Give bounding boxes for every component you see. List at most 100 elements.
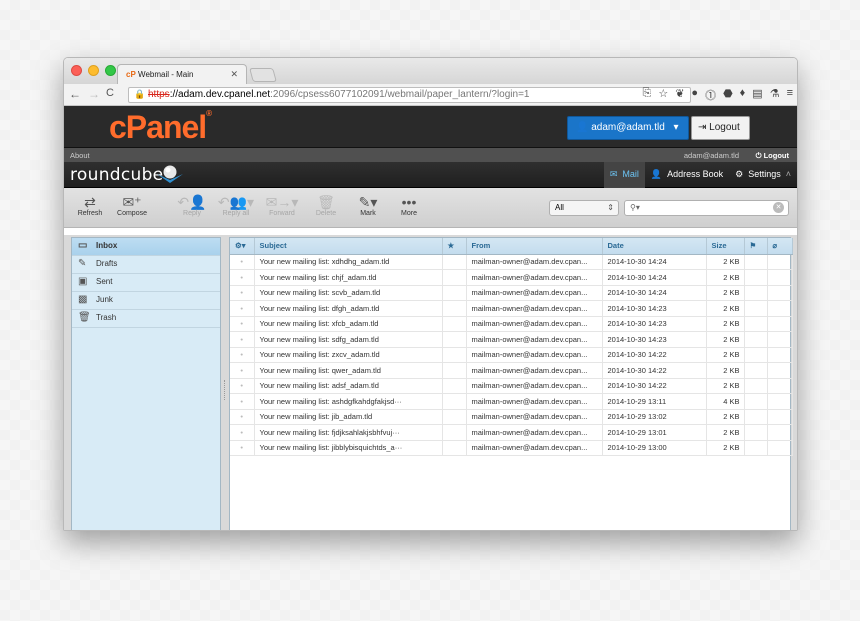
- address-bar[interactable]: 🔒 https://adam.dev.cpanel.net:2096/cpses…: [128, 87, 691, 103]
- adblock-icon[interactable]: ⬣: [723, 87, 733, 103]
- close-tab-icon[interactable]: ✕: [230, 69, 238, 80]
- mark-button[interactable]: ✎▾ Mark: [348, 194, 388, 217]
- forward-button[interactable]: ✉→▾ Forward: [262, 194, 302, 217]
- message-attachment: [767, 316, 793, 332]
- inbox-icon: ▭: [78, 240, 88, 251]
- extension-icon[interactable]: ●: [691, 87, 698, 103]
- extension-icon[interactable]: ⓵: [705, 87, 716, 103]
- table-row[interactable]: • Your new mailing list: ashdgfkahdgfakjs…: [230, 393, 793, 410]
- new-tab-button[interactable]: [249, 68, 277, 82]
- table-row[interactable]: • Your new mailing list: fjdjksahlakjsbhf…: [230, 424, 793, 441]
- roundcube-logo-icon: [157, 165, 183, 183]
- cpanel-logo-text: cPanel: [109, 109, 207, 145]
- folder-label: Drafts: [96, 259, 118, 268]
- folder-inbox[interactable]: ▭ Inbox: [72, 238, 220, 256]
- message-flag-status: [744, 362, 768, 379]
- extension-icon[interactable]: ♦: [740, 87, 746, 103]
- reply-label: Reply: [183, 210, 201, 217]
- close-window-button[interactable]: [71, 65, 82, 76]
- cpanel-logo[interactable]: cPanel®: [109, 109, 212, 146]
- message-date: 2014-10-30 14:24: [602, 285, 707, 301]
- list-options-menu[interactable]: ⚙▾: [230, 238, 255, 255]
- nav-address-book[interactable]: 👤 Address Book: [645, 162, 729, 188]
- message-flag-status: [744, 269, 768, 286]
- minimize-window-button[interactable]: [88, 65, 99, 76]
- table-row[interactable]: • Your new mailing list: jibblybisquichtd…: [230, 440, 793, 456]
- trash-icon: 🗑: [317, 194, 335, 210]
- about-link[interactable]: About: [70, 151, 90, 160]
- extension-icon[interactable]: ▤: [752, 87, 762, 103]
- mail-toolbar: ⇄ Refresh ✉⁺ Compose ↶👤 Reply ↶👥▾ Reply all …: [64, 188, 797, 228]
- unread-dot-icon: •: [230, 285, 255, 301]
- column-flag[interactable]: ⚑: [744, 238, 768, 255]
- table-row[interactable]: • Your new mailing list: chjf_adam.tld mai…: [230, 269, 793, 286]
- unread-dot-icon: •: [230, 424, 255, 441]
- search-icon[interactable]: ⚲▾: [630, 203, 640, 212]
- sent-icon: ▣: [78, 276, 88, 287]
- cpanel-user-button[interactable]: 👤 adam@adam.tld ▾: [567, 116, 689, 140]
- column-attachment[interactable]: ⌀: [767, 238, 793, 255]
- roundcube-logo[interactable]: roundcube: [70, 165, 163, 185]
- message-flag-status: [744, 378, 768, 394]
- reload-icon[interactable]: C: [106, 87, 114, 99]
- table-row[interactable]: • Your new mailing list: qwer_adam.tld mai…: [230, 362, 793, 379]
- table-row[interactable]: • Your new mailing list: sdfg_adam.tld mai…: [230, 331, 793, 348]
- table-row[interactable]: • Your new mailing list: xfcb_adam.tld mai…: [230, 316, 793, 332]
- table-row[interactable]: • Your new mailing list: zxcv_adam.tld mai…: [230, 347, 793, 363]
- folder-drafts[interactable]: ✎ Drafts: [72, 256, 220, 274]
- more-button[interactable]: ••• More: [389, 194, 429, 217]
- message-date: 2014-10-29 13:02: [602, 409, 707, 425]
- message-size: 2 KB: [706, 316, 745, 332]
- tab-strip: cP Webmail - Main ✕: [64, 58, 797, 84]
- extension-icon[interactable]: ⚗: [770, 87, 780, 103]
- column-date[interactable]: Date: [602, 238, 707, 255]
- folder-trash[interactable]: 🗑 Trash: [72, 310, 220, 328]
- forward-icon[interactable]: →: [88, 87, 100, 101]
- folder-sent[interactable]: ▣ Sent: [72, 274, 220, 292]
- search-input[interactable]: ⚲▾ ✕: [624, 200, 789, 216]
- column-from[interactable]: From: [466, 238, 603, 255]
- paperclip-icon: ⌀: [772, 241, 778, 251]
- folder-junk[interactable]: ▩ Junk: [72, 292, 220, 310]
- nav-settings[interactable]: ⚙ Settings ˄: [729, 162, 797, 188]
- message-attachment: [767, 362, 793, 379]
- browser-tab[interactable]: cP Webmail - Main ✕: [117, 64, 247, 84]
- delete-label: Delete: [315, 210, 337, 217]
- table-row[interactable]: • Your new mailing list: dfgh_adam.tld mai…: [230, 300, 793, 317]
- column-size[interactable]: Size: [706, 238, 745, 255]
- column-flagged[interactable]: ★: [442, 238, 467, 255]
- message-size: 2 KB: [706, 362, 745, 379]
- delete-button[interactable]: 🗑 Delete: [306, 194, 346, 217]
- zoom-window-button[interactable]: [105, 65, 116, 76]
- cpanel-logout-button[interactable]: ⇥ Logout: [691, 116, 750, 140]
- clear-search-icon[interactable]: ✕: [773, 202, 784, 213]
- bookmark-star-icon[interactable]: ☆: [658, 87, 668, 103]
- pane-splitter[interactable]: [224, 380, 226, 400]
- message-attachment: [767, 378, 793, 394]
- compose-button[interactable]: ✉⁺ Compose: [112, 194, 152, 217]
- folder-label: Inbox: [96, 241, 118, 250]
- message-from: mailman-owner@adam.dev.cpan...: [466, 300, 603, 317]
- back-icon[interactable]: ←: [69, 87, 81, 101]
- refresh-button[interactable]: ⇄ Refresh: [70, 194, 110, 217]
- message-flag-status: [744, 424, 768, 441]
- chrome-menu-icon[interactable]: ≡: [787, 87, 793, 103]
- flag-icon: ⚑: [749, 241, 757, 251]
- table-row[interactable]: • Your new mailing list: xdhdhg_adam.tld m…: [230, 254, 793, 270]
- message-from: mailman-owner@adam.dev.cpan...: [466, 316, 603, 332]
- message-date: 2014-10-30 14:23: [602, 331, 707, 348]
- reply-button[interactable]: ↶👤 Reply: [172, 194, 212, 217]
- table-row[interactable]: • Your new mailing list: jib_adam.tld mail…: [230, 409, 793, 425]
- table-row[interactable]: • Your new mailing list: scvb_adam.tld mai…: [230, 285, 793, 301]
- table-row[interactable]: • Your new mailing list: adsf_adam.tld mai…: [230, 378, 793, 394]
- nav-mail[interactable]: ✉ Mail: [603, 162, 645, 188]
- message-subject: Your new mailing list: zxcv_adam.tld: [254, 347, 443, 363]
- column-subject[interactable]: Subject: [254, 238, 443, 255]
- reply-all-button[interactable]: ↶👥▾ Reply all: [216, 194, 256, 217]
- message-from: mailman-owner@adam.dev.cpan...: [466, 393, 603, 410]
- mark-pencil-icon: ✎▾: [358, 194, 378, 210]
- roundcube-logout-link[interactable]: ⏻ Logout: [756, 151, 789, 161]
- message-filter-select[interactable]: All ⇕: [549, 200, 619, 216]
- extension-icon[interactable]: ❦: [675, 87, 684, 103]
- page-action-icon[interactable]: ⎘: [643, 87, 652, 103]
